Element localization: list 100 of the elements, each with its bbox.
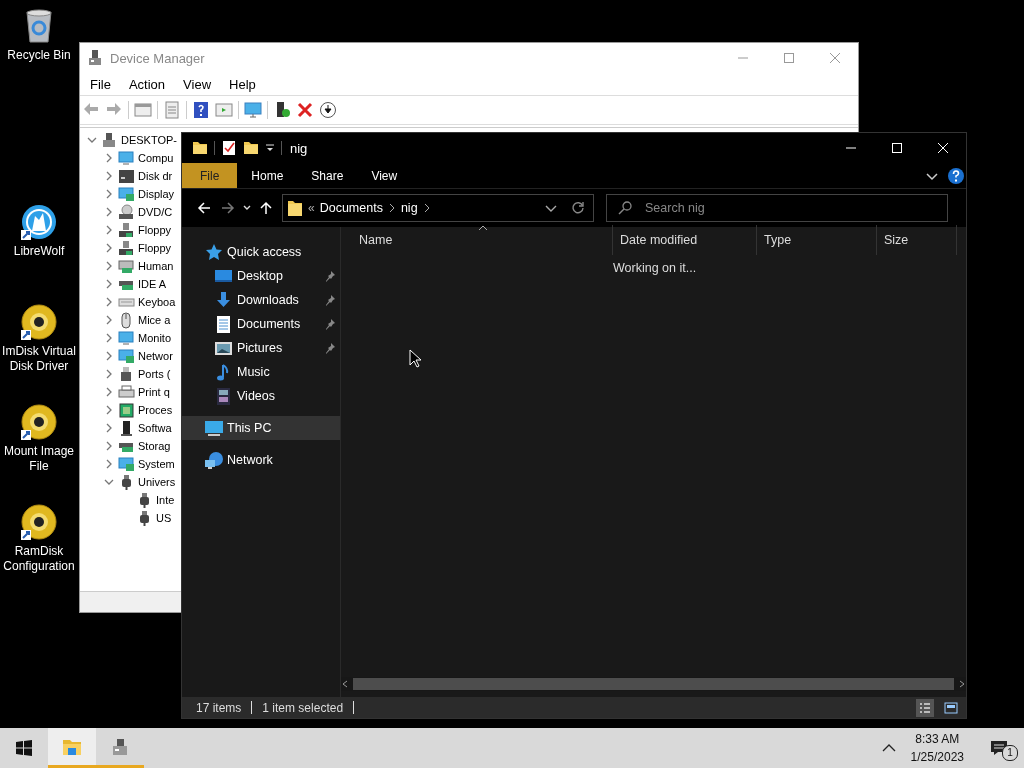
chevron-right-icon[interactable]: [104, 207, 114, 217]
tree-item[interactable]: Softwa: [138, 422, 172, 434]
tree-item[interactable]: DVD/C: [138, 206, 173, 218]
chevron-right-icon[interactable]: [104, 297, 114, 307]
chevron-right-icon[interactable]: [104, 333, 114, 343]
chevron-right-icon[interactable]: [104, 423, 114, 433]
tree-item[interactable]: Human: [138, 260, 174, 272]
chevron-right-icon[interactable]: [422, 203, 431, 213]
chevron-right-icon[interactable]: [104, 441, 114, 451]
tree-item[interactable]: Inte: [156, 494, 175, 506]
desktop-icon-label[interactable]: RamDisk Configuration: [0, 544, 79, 574]
menu-item[interactable]: File: [84, 76, 117, 92]
column-header[interactable]: Date modified: [613, 225, 757, 255]
monitor-scan-icon[interactable]: [244, 101, 262, 119]
column-header[interactable]: Name: [359, 225, 613, 255]
breadcrumb[interactable]: Documents: [319, 201, 383, 215]
tree-item[interactable]: Print q: [138, 386, 170, 398]
menu-item[interactable]: Action: [122, 76, 172, 92]
tree-item[interactable]: Proces: [138, 404, 173, 416]
tree-item[interactable]: Monito: [138, 332, 172, 344]
chevron-right-icon[interactable]: [104, 315, 114, 325]
tree-item[interactable]: Networ: [138, 350, 173, 362]
refresh-icon[interactable]: [571, 201, 585, 215]
disc-shortcut-icon[interactable]: [21, 404, 57, 440]
clock-time[interactable]: 8:33 AM: [915, 730, 960, 748]
details-view-icon[interactable]: [916, 698, 934, 717]
chevron-right-icon[interactable]: [104, 369, 114, 379]
tree-item[interactable]: US: [156, 512, 172, 524]
desktop-icon-label[interactable]: ImDisk Virtual Disk Driver: [0, 344, 79, 374]
tree-item[interactable]: Compu: [138, 152, 174, 164]
menu-item[interactable]: View: [177, 76, 218, 92]
chevron-right-icon[interactable]: [104, 405, 114, 415]
desktop-icon-label[interactable]: Mount Image File: [0, 444, 79, 474]
delete-icon[interactable]: [296, 101, 314, 119]
help-icon[interactable]: [948, 167, 964, 184]
scrollbar-thumb[interactable]: [353, 678, 954, 690]
disc-shortcut-icon[interactable]: [21, 504, 57, 540]
new-folder-icon[interactable]: [243, 140, 259, 156]
ribbon-tab[interactable]: Home: [237, 163, 298, 188]
nav-item[interactable]: Downloads: [237, 293, 299, 307]
desktop-icon-label[interactable]: LibreWolf: [0, 244, 79, 259]
chevron-right-icon[interactable]: [104, 261, 114, 271]
wolf-logo-icon[interactable]: [21, 204, 57, 240]
nav-icon: [204, 419, 224, 437]
ribbon-tab[interactable]: View: [357, 163, 412, 188]
window-pane-icon[interactable]: [215, 101, 233, 119]
chevron-down-icon[interactable]: [104, 477, 114, 487]
nav-icon: [204, 243, 224, 261]
download-icon[interactable]: [319, 101, 337, 119]
horizontal-scrollbar[interactable]: [341, 677, 966, 691]
tree-item[interactable]: Disk dr: [138, 170, 173, 182]
chevron-right-icon[interactable]: [104, 243, 114, 253]
help-icon[interactable]: [192, 101, 210, 119]
chevron-right-icon[interactable]: [104, 279, 114, 289]
tree-item[interactable]: Floppy: [138, 224, 172, 236]
tree-item[interactable]: System: [138, 458, 175, 470]
chevron-right-icon[interactable]: [104, 459, 114, 469]
ribbon-tab[interactable]: File: [182, 163, 238, 188]
chevron-right-icon[interactable]: [104, 171, 114, 181]
tree-item[interactable]: Mice a: [138, 314, 171, 326]
device-icon: [118, 383, 135, 401]
tree-item[interactable]: IDE A: [138, 278, 167, 290]
device-icon: [118, 347, 135, 365]
dropdown-icon[interactable]: [265, 143, 275, 153]
chevron-right-icon[interactable]: [387, 203, 396, 213]
chevron-right-icon[interactable]: [104, 351, 114, 361]
chevron-right-icon[interactable]: [104, 153, 114, 163]
clock-date[interactable]: 1/25/2023: [910, 748, 964, 766]
chevron-down-icon[interactable]: [87, 135, 97, 145]
tree-item[interactable]: Univers: [138, 476, 176, 488]
tree-item[interactable]: Floppy: [138, 242, 172, 254]
chevron-right-icon[interactable]: [104, 225, 114, 235]
tree-item[interactable]: Keyboa: [138, 296, 176, 308]
address-bar[interactable]: « Documents nig: [282, 194, 594, 222]
nav-item[interactable]: Quick access: [182, 240, 340, 264]
nav-item[interactable]: Videos: [237, 389, 275, 403]
nav-item[interactable]: Music: [237, 365, 270, 379]
nav-item[interactable]: Desktop: [237, 269, 283, 283]
breadcrumb[interactable]: nig: [400, 201, 418, 215]
disc-shortcut-icon[interactable]: [21, 304, 57, 340]
nav-item[interactable]: Documents: [237, 317, 301, 331]
column-header[interactable]: Type: [757, 225, 877, 255]
desktop-icon-label[interactable]: Recycle Bin: [0, 48, 79, 63]
tree-item[interactable]: Display: [138, 188, 175, 200]
tree-item[interactable]: Ports (: [138, 368, 171, 380]
nav-item[interactable]: Network: [182, 448, 340, 472]
search-field[interactable]: Search nig: [606, 194, 948, 222]
ribbon-tab[interactable]: Share: [297, 163, 358, 188]
window-pane-icon[interactable]: [134, 101, 152, 119]
nav-item[interactable]: Pictures: [237, 341, 283, 355]
overflow-chevron[interactable]: «: [308, 201, 315, 215]
chevron-right-icon[interactable]: [104, 189, 114, 199]
menu-item[interactable]: Help: [223, 76, 262, 92]
nav-item[interactable]: This PC: [182, 416, 340, 440]
device-icon: [118, 203, 135, 221]
tree-item[interactable]: DESKTOP-: [121, 134, 178, 146]
properties-check-icon[interactable]: [221, 140, 237, 156]
column-header[interactable]: Size: [877, 225, 957, 255]
tree-item[interactable]: Storag: [138, 440, 171, 452]
chevron-right-icon[interactable]: [104, 387, 114, 397]
